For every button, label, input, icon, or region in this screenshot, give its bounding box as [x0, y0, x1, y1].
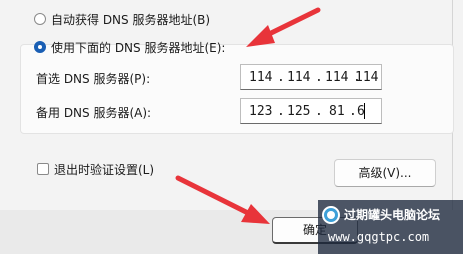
watermark-title: 过期罐头电脑论坛	[344, 208, 441, 222]
preferred-dns-label: 首选 DNS 服务器(P):	[36, 72, 151, 86]
octet-separator: .	[315, 104, 323, 119]
auto-dns-label[interactable]: 自动获得 DNS 服务器地址(B)	[51, 11, 210, 28]
octet-separator: .	[277, 70, 285, 85]
auto-dns-radio[interactable]	[34, 13, 46, 25]
alternate-dns-octet-2[interactable]: 125	[287, 104, 310, 119]
text-caret	[364, 103, 365, 119]
manual-dns-label[interactable]: 使用下面的 DNS 服务器地址(E):	[51, 39, 225, 56]
preferred-dns-octet-2[interactable]: 114	[287, 70, 310, 85]
octet-separator: .	[277, 104, 285, 119]
validate-on-exit-label[interactable]: 退出时验证设置(L)	[54, 161, 154, 178]
preferred-dns-octet-3[interactable]: 114	[325, 70, 348, 85]
arrow-to-manual-dns-icon	[246, 7, 321, 47]
advanced-button[interactable]: 高级(V)...	[334, 159, 436, 187]
manual-dns-radio[interactable]	[34, 41, 46, 53]
octet-separator: .	[315, 70, 323, 85]
octet-separator: .	[349, 104, 357, 119]
validate-on-exit-checkbox[interactable]	[37, 163, 49, 175]
alternate-dns-octet-1[interactable]: 123	[249, 104, 272, 119]
preferred-dns-input[interactable]: 114 . 114 . 114 . 114	[240, 64, 382, 90]
preferred-dns-octet-1[interactable]: 114	[249, 70, 272, 85]
tcp-ip-properties-dialog: 自动获得 DNS 服务器地址(B) 使用下面的 DNS 服务器地址(E): 首选…	[0, 0, 463, 254]
preferred-dns-octet-4[interactable]: 114	[355, 70, 378, 85]
alternate-dns-label: 备用 DNS 服务器(A):	[36, 106, 152, 120]
alternate-dns-input[interactable]: 123 . 125 . 81 . 6	[240, 98, 382, 124]
forum-logo-icon	[322, 206, 340, 224]
watermark: 过期罐头电脑论坛 www.gqgtpc.com	[318, 200, 463, 254]
watermark-url: www.gqgtpc.com	[328, 230, 430, 244]
alternate-dns-octet-3[interactable]: 81	[329, 104, 345, 119]
